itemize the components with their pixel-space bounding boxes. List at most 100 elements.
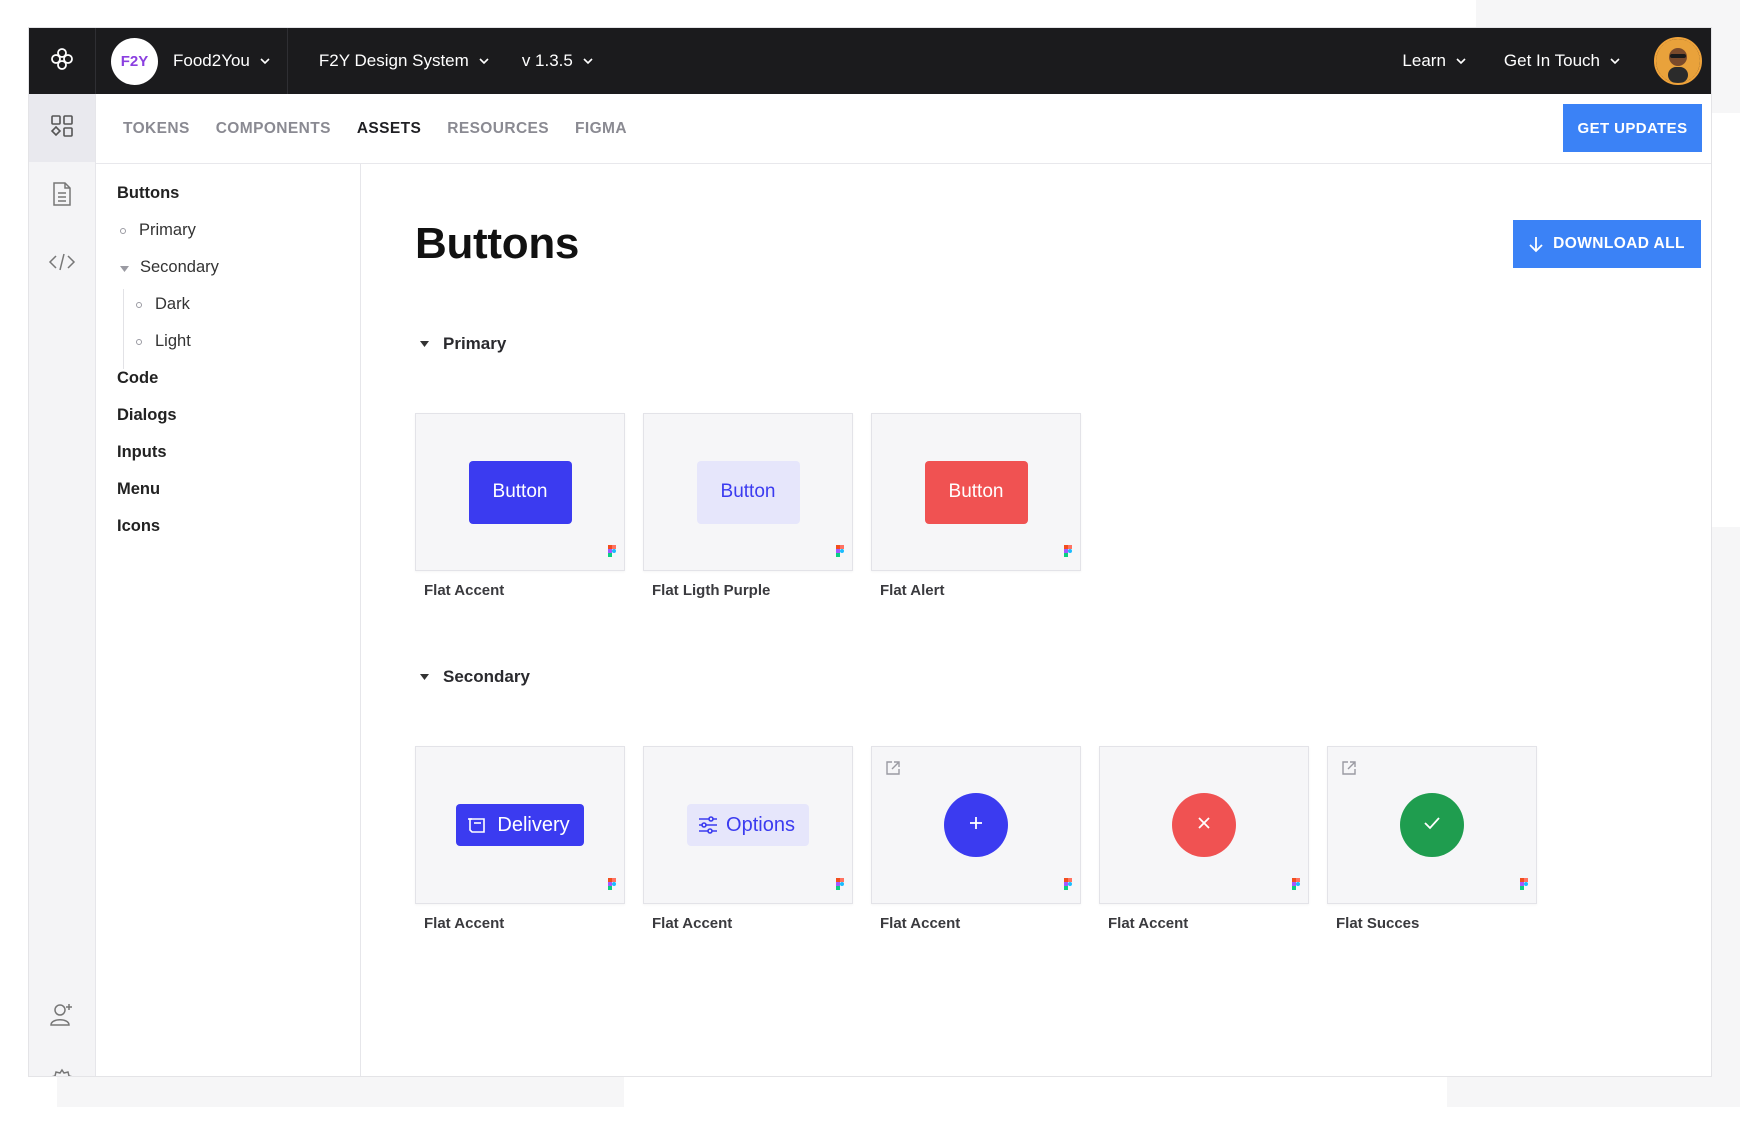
tree-guide-line [123,289,124,369]
tree-item-light[interactable]: Light [136,332,191,351]
figma-icon [1064,544,1072,562]
download-arrow-icon [1529,236,1543,253]
learn-label: Learn [1402,51,1446,70]
asset-card[interactable]: Button [871,413,1081,571]
get-in-touch-label: Get In Touch [1503,51,1600,70]
figma-icon [1520,877,1528,895]
section-primary-header[interactable]: Primary [415,334,506,354]
tree-item-menu[interactable]: Menu [117,480,160,499]
top-bar: F2Y Food2You F2Y Design System v 1.3.5 L… [29,28,1711,94]
chevron-down-icon [478,57,490,65]
caret-down-icon [420,341,429,347]
card-label: Flat Accent [652,915,733,932]
card-label: Flat Accent [1108,915,1189,932]
version-label: v 1.3.5 [521,51,573,70]
tab-figma[interactable]: FIGMA [575,120,627,138]
bullet-icon [136,301,142,308]
preview-fab [1172,793,1236,857]
version-dropdown[interactable]: v 1.3.5 [522,51,594,71]
backdrop-panel [57,1077,624,1107]
plus-icon [968,815,984,836]
project-switcher[interactable]: F2Y Food2You [96,28,288,94]
tab-tokens[interactable]: TOKENS [123,120,190,138]
settings-gear-icon [49,1068,75,1076]
figma-icon [608,544,616,562]
main-content: Buttons DOWNLOAD ALL Primary Button Flat… [362,164,1711,1076]
rail-docs[interactable] [29,162,95,230]
chevron-down-icon [1455,57,1467,65]
figma-icon [1064,877,1072,895]
delivery-box-icon [467,815,489,835]
icon-rail [29,94,96,1076]
figma-icon [836,544,844,562]
asset-card[interactable]: Options [643,746,853,904]
figma-icon [836,877,844,895]
tree-item-label: Secondary [140,258,219,276]
design-system-dropdown[interactable]: F2Y Design System [319,51,490,71]
rail-code[interactable] [29,230,95,298]
preview-button: Button [924,460,1028,524]
preview-button: Delivery [456,804,584,846]
section-secondary-header[interactable]: Secondary [415,667,530,687]
user-avatar[interactable] [1654,37,1702,85]
asset-card[interactable]: Delivery [415,746,625,904]
card-label: Flat Succes [1336,915,1420,932]
card-label: Flat Accent [424,582,505,599]
asset-card[interactable]: Button [643,413,853,571]
tab-assets[interactable]: ASSETS [357,120,421,138]
tree-item-primary[interactable]: Primary [120,221,196,240]
sliders-icon [698,816,718,834]
section-title: Secondary [443,667,530,686]
network-flower-icon [49,46,75,77]
learn-menu[interactable]: Learn [1402,51,1466,71]
document-icon [51,181,73,211]
tree-item-dark[interactable]: Dark [136,295,190,314]
card-label: Flat Accent [880,915,961,932]
figma-icon [608,877,616,895]
asset-card[interactable] [1327,746,1537,904]
tree-item-dialogs[interactable]: Dialogs [117,406,177,425]
get-updates-button[interactable]: GET UPDATES [1563,104,1702,152]
preview-button-label: Delivery [497,813,570,836]
project-badge: F2Y [111,37,158,85]
get-in-touch-menu[interactable]: Get In Touch [1504,51,1621,71]
rail-settings[interactable] [29,1049,95,1076]
download-all-label: DOWNLOAD ALL [1553,235,1685,252]
preview-fab [944,793,1008,857]
chevron-down-icon [259,57,271,65]
tree-item-icons[interactable]: Icons [117,517,160,536]
close-icon [1196,815,1212,836]
tree-item-label: Dark [155,295,190,313]
chevron-down-icon [1609,57,1621,65]
asset-card[interactable] [1099,746,1309,904]
tree-item-label: Primary [139,221,196,239]
backdrop-panel [1711,527,1740,1107]
add-user-icon [49,1001,75,1032]
card-label: Flat Accent [424,915,505,932]
app-logo[interactable] [29,28,96,94]
design-system-label: F2Y Design System [318,51,469,70]
tree-item-secondary[interactable]: Secondary [120,258,219,277]
section-tabs: TOKENS COMPONENTS ASSETS RESOURCES FIGMA… [96,94,1711,164]
rail-assets[interactable] [29,94,95,162]
preview-button: Button [696,460,800,524]
checkmark-icon [1423,816,1441,835]
tree-item-inputs[interactable]: Inputs [117,443,167,462]
grid-shapes-icon [50,114,74,143]
code-icon [48,252,76,277]
asset-tree: Buttons Primary Secondary Dark Light Cod… [96,164,361,1076]
tree-item-label: Light [155,332,191,350]
rail-add-user[interactable] [29,982,95,1050]
tab-resources[interactable]: RESOURCES [447,120,549,138]
asset-card[interactable] [871,746,1081,904]
caret-down-icon [120,258,129,277]
download-all-button[interactable]: DOWNLOAD ALL [1513,220,1701,268]
tree-item-buttons[interactable]: Buttons [117,184,179,203]
tree-item-code[interactable]: Code [117,369,158,388]
page-title: Buttons [415,219,580,268]
preview-button: Button [468,460,572,524]
asset-card[interactable]: Button [415,413,625,571]
bullet-icon [136,338,142,345]
tab-components[interactable]: COMPONENTS [216,120,331,138]
preview-fab [1400,793,1464,857]
